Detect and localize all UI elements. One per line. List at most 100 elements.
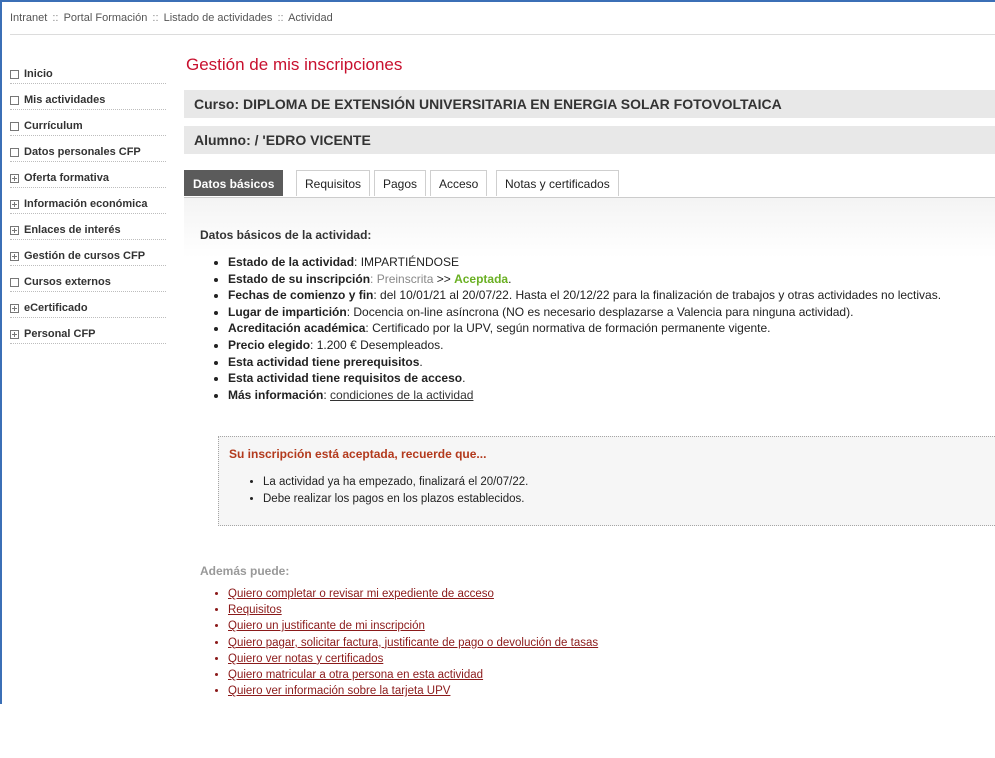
list-item: Quiero pagar, solicitar factura, justifi… xyxy=(228,635,598,651)
sidebar-item-inicio[interactable]: Inicio xyxy=(10,58,166,84)
tab-requisitos[interactable]: Requisitos xyxy=(296,170,371,196)
checkbox-icon xyxy=(10,122,19,131)
list-item: Precio elegido: 1.200 € Desempleados. xyxy=(228,337,941,354)
list-item: Quiero ver información sobre la tarjeta … xyxy=(228,683,598,699)
tab-notas-certificados[interactable]: Notas y certificados xyxy=(496,170,619,196)
breadcrumb-separator: :: xyxy=(152,12,159,24)
list-item: Fechas de comienzo y fin: del 10/01/21 a… xyxy=(228,287,941,304)
sidebar-item-mis-actividades[interactable]: Mis actividades xyxy=(10,84,166,110)
expand-plus-icon xyxy=(10,226,19,235)
field-label: Fechas de comienzo y fin xyxy=(228,288,374,303)
list-item: Más información: condiciones de la activ… xyxy=(228,387,941,404)
list-item: Acreditación académica: Certificado por … xyxy=(228,320,941,337)
course-bar: Curso: DIPLOMA DE EXTENSIÓN UNIVERSITARI… xyxy=(184,90,995,118)
tab-acceso[interactable]: Acceso xyxy=(430,170,488,196)
sidebar-item-enlaces-interes[interactable]: Enlaces de interés xyxy=(10,214,166,240)
previous-status: : Preinscrita xyxy=(370,271,434,286)
sidebar-item-label: Personal CFP xyxy=(24,328,96,340)
acceptance-notice: Su inscripción está aceptada, recuerde q… xyxy=(218,436,995,526)
expand-plus-icon xyxy=(10,304,19,313)
link-matricular-otra-persona[interactable]: Quiero matricular a otra persona en esta… xyxy=(228,669,483,681)
sidebar-item-label: Inicio xyxy=(24,68,53,80)
list-item: Debe realizar los pagos en los plazos es… xyxy=(263,491,528,508)
sidebar-item-oferta-formativa[interactable]: Oferta formativa xyxy=(10,162,166,188)
more-options-list: Quiero completar o revisar mi expediente… xyxy=(212,586,598,699)
link-notas-certificados[interactable]: Quiero ver notas y certificados xyxy=(228,653,383,665)
field-label: Más información xyxy=(228,387,324,402)
sidebar-nav: Inicio Mis actividades Currículum Datos … xyxy=(10,58,166,344)
link-tarjeta-upv[interactable]: Quiero ver información sobre la tarjeta … xyxy=(228,685,450,697)
tab-panel-datos-basicos: Datos básicos de la actividad: Estado de… xyxy=(184,198,995,758)
expand-plus-icon xyxy=(10,330,19,339)
breadcrumb-intranet[interactable]: Intranet xyxy=(10,12,47,24)
link-pagar-factura[interactable]: Quiero pagar, solicitar factura, justifi… xyxy=(228,637,598,649)
breadcrumb-portal-formacion[interactable]: Portal Formación xyxy=(64,12,148,24)
breadcrumb-separator: :: xyxy=(52,12,59,24)
sidebar-item-label: Gestión de cursos CFP xyxy=(24,250,146,262)
more-options-title: Además puede: xyxy=(200,564,290,578)
sidebar-item-label: Enlaces de interés xyxy=(24,224,121,236)
list-item: Esta actividad tiene prerequisitos. xyxy=(228,354,941,371)
breadcrumb: Intranet :: Portal Formación :: Listado … xyxy=(10,12,333,24)
list-item: Quiero completar o revisar mi expediente… xyxy=(228,586,598,602)
sidebar-item-label: Datos personales CFP xyxy=(24,146,141,158)
tab-datos-basicos[interactable]: Datos básicos xyxy=(184,170,284,196)
breadcrumb-divider xyxy=(10,34,995,35)
expand-plus-icon xyxy=(10,174,19,183)
status-accepted: Aceptada xyxy=(454,271,509,286)
list-item: Quiero matricular a otra persona en esta… xyxy=(228,667,598,683)
checkbox-icon xyxy=(10,148,19,157)
checkbox-icon xyxy=(10,70,19,79)
list-item: Requisitos xyxy=(228,602,598,618)
field-label: Estado de su inscripción xyxy=(228,271,371,286)
sidebar-item-personal-cfp[interactable]: Personal CFP xyxy=(10,318,166,344)
list-item: Quiero un justificante de mi inscripción xyxy=(228,618,598,634)
tab-bar: Datos básicos Requisitos Pagos Acceso No… xyxy=(184,170,995,198)
list-item: Lugar de impartición: Docencia on-line a… xyxy=(228,304,941,321)
field-label: Lugar de impartición xyxy=(228,304,347,319)
checkbox-icon xyxy=(10,96,19,105)
list-item: Quiero ver notas y certificados xyxy=(228,651,598,667)
list-item: La actividad ya ha empezado, finalizará … xyxy=(263,474,528,491)
sidebar-item-gestion-cursos[interactable]: Gestión de cursos CFP xyxy=(10,240,166,266)
breadcrumb-actividad: Actividad xyxy=(288,12,333,24)
activity-conditions-link[interactable]: condiciones de la actividad xyxy=(330,388,473,402)
sidebar-item-ecertificado[interactable]: eCertificado xyxy=(10,292,166,318)
link-requisitos[interactable]: Requisitos xyxy=(228,604,282,616)
link-expediente-acceso[interactable]: Quiero completar o revisar mi expediente… xyxy=(228,588,494,600)
sidebar-item-label: Mis actividades xyxy=(24,94,106,106)
field-value: : IMPARTIÉNDOSE xyxy=(354,255,459,269)
field-value: : Docencia on-line asíncrona (NO es nece… xyxy=(346,304,854,319)
expand-plus-icon xyxy=(10,200,19,209)
list-item: Estado de su inscripción: Preinscrita >>… xyxy=(228,271,941,288)
prerequisites-note: Esta actividad tiene prerequisitos xyxy=(228,354,420,369)
access-requirements-note: Esta actividad tiene requisitos de acces… xyxy=(228,371,463,386)
sidebar-item-datos-personales[interactable]: Datos personales CFP xyxy=(10,136,166,162)
field-value: : 1.200 € Desempleados. xyxy=(310,337,444,352)
tab-pagos[interactable]: Pagos xyxy=(374,170,427,196)
field-label: Precio elegido xyxy=(228,337,311,352)
expand-plus-icon xyxy=(10,252,19,261)
breadcrumb-separator: :: xyxy=(277,12,284,24)
sidebar-item-informacion-economica[interactable]: Información económica xyxy=(10,188,166,214)
sidebar-item-label: Oferta formativa xyxy=(24,172,109,184)
status-arrow: >> xyxy=(433,271,455,286)
field-label: Acreditación académica xyxy=(228,321,366,336)
sidebar-item-curriculum[interactable]: Currículum xyxy=(10,110,166,136)
section-title-datos-basicos: Datos básicos de la actividad: xyxy=(200,228,372,242)
sidebar-item-cursos-externos[interactable]: Cursos externos xyxy=(10,266,166,292)
checkbox-icon xyxy=(10,278,19,287)
student-bar: Alumno: / 'EDRO VICENTE xyxy=(184,126,995,154)
list-item: Esta actividad tiene requisitos de acces… xyxy=(228,370,941,387)
field-value: : Certificado por la UPV, según normativ… xyxy=(365,321,771,336)
sidebar-item-label: Información económica xyxy=(24,198,148,210)
page-title: Gestión de mis inscripciones xyxy=(186,55,403,74)
sidebar-item-label: eCertificado xyxy=(24,302,88,314)
notice-list: La actividad ya ha empezado, finalizará … xyxy=(249,474,528,507)
list-item: Estado de la actividad: IMPARTIÉNDOSE xyxy=(228,254,941,271)
link-justificante-inscripcion[interactable]: Quiero un justificante de mi inscripción xyxy=(228,620,425,632)
field-value: : del 10/01/21 al 20/07/22. Hasta el 20/… xyxy=(373,288,942,303)
notice-title: Su inscripción está aceptada, recuerde q… xyxy=(229,447,487,461)
sidebar-item-label: Currículum xyxy=(24,120,83,132)
breadcrumb-listado-actividades[interactable]: Listado de actividades xyxy=(164,12,273,24)
